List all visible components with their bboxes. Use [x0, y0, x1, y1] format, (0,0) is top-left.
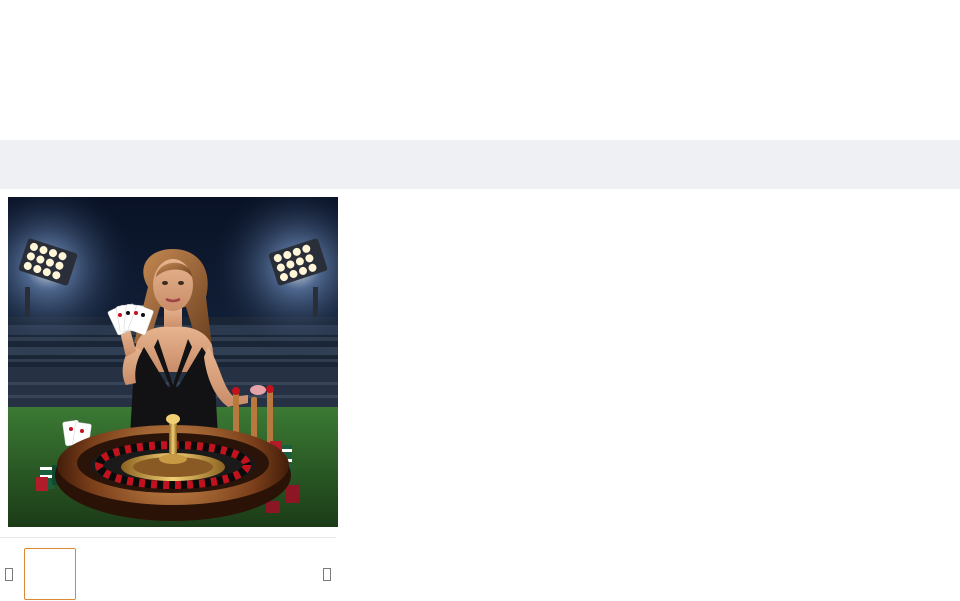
header-bar — [0, 140, 960, 189]
missing-glyph-box — [5, 568, 13, 581]
thumbnail-strip — [0, 537, 336, 601]
top-blank-area — [0, 0, 960, 140]
missing-glyph-box — [323, 568, 331, 581]
chevron-right-icon[interactable] — [322, 568, 332, 584]
main-image-picture — [8, 197, 338, 527]
product-gallery — [0, 189, 340, 600]
main-product-image[interactable] — [8, 197, 338, 527]
thumbnail-1[interactable] — [24, 548, 76, 600]
chevron-left-icon[interactable] — [4, 568, 14, 584]
